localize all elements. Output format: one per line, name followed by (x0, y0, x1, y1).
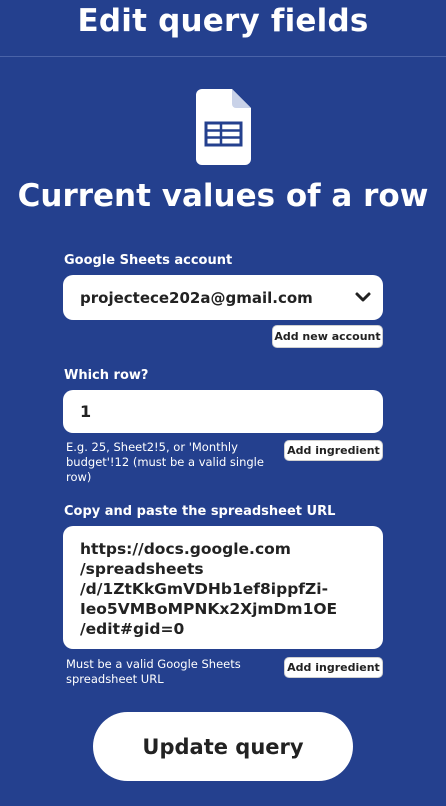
account-selected-value: projectece202a@gmail.com (80, 288, 313, 307)
update-query-button[interactable]: Update query (93, 712, 353, 781)
url-help-text: Must be a valid Google Sheets spreadshee… (66, 657, 241, 686)
row-add-ingredient-button[interactable]: Add ingredient (284, 440, 383, 461)
chevron-down-icon (355, 292, 371, 302)
google-sheets-icon (196, 89, 251, 165)
header: Edit query fields (0, 0, 446, 57)
row-help-text: E.g. 25, Sheet2!5, or 'Monthly budget'!1… (66, 440, 264, 484)
row-label: Which row? (64, 368, 149, 383)
applet-title: Current values of a row (17, 178, 429, 214)
url-label: Copy and paste the spreadsheet URL (64, 504, 336, 519)
account-label: Google Sheets account (64, 253, 233, 268)
account-select[interactable]: projectece202a@gmail.com (63, 275, 383, 320)
url-input[interactable]: https://docs.google.com /spreadsheets /d… (63, 526, 383, 649)
add-account-button[interactable]: Add new account (272, 325, 383, 348)
page-title: Edit query fields (77, 3, 369, 39)
url-add-ingredient-button[interactable]: Add ingredient (284, 657, 383, 678)
row-input[interactable]: 1 (63, 390, 383, 433)
